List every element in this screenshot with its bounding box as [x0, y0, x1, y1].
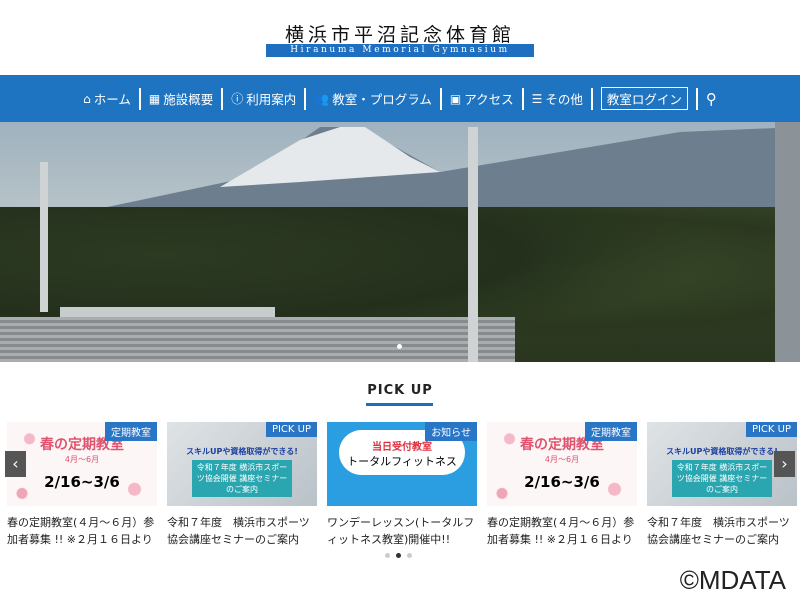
carousel-dots — [385, 553, 412, 558]
category-tag: PICK UP — [745, 422, 797, 437]
nav-facility[interactable]: ▦ 施設概要 — [141, 87, 224, 110]
nav-login-wrap: 教室ログイン — [593, 87, 698, 110]
site-logo-subtitle[interactable]: Hiranuma Memorial Gymnasium — [266, 44, 534, 57]
info-icon: ⓘ — [231, 92, 244, 106]
search-icon: ⚲ — [705, 89, 717, 108]
image-text: 4月〜6月 — [64, 455, 100, 464]
login-button[interactable]: 教室ログイン — [600, 87, 688, 110]
list-icon: ☰ — [531, 91, 543, 106]
nav-label: 教室・プログラム — [332, 92, 432, 107]
card-image: 当日受付教室 トータルフィットネス お知らせ — [327, 422, 477, 506]
card-image: スキルUPや資格取得ができる! 令和７年度 横浜市スポーツ協会開催 講座セミナー… — [167, 422, 317, 506]
building-icon: ▦ — [148, 91, 161, 106]
nav-home[interactable]: ⌂ ホーム — [75, 87, 141, 110]
light-pole — [775, 122, 800, 362]
card-image: 春の定期教室 4月〜6月 2/16~3/6 定期教室 — [487, 422, 637, 506]
carousel-dot[interactable] — [407, 553, 412, 558]
carousel-dot-active[interactable] — [396, 553, 401, 558]
heading-underline — [366, 403, 433, 406]
image-text: トータルフィットネス — [347, 455, 457, 468]
nav-label: その他 — [545, 92, 583, 107]
card-title[interactable]: ワンデーレッスン(トータルフィットネス教室)開催中!! — [327, 514, 477, 548]
nav-guide[interactable]: ⓘ 利用案内 — [223, 87, 307, 110]
image-text: 2/16~3/6 — [524, 473, 600, 491]
pickup-card[interactable]: 当日受付教室 トータルフィットネス お知らせ ワンデーレッスン(トータルフィット… — [327, 422, 477, 548]
pickup-heading: PICK UP — [367, 383, 433, 398]
image-text: 令和７年度 横浜市スポーツ協会開催 講座セミナーのご案内 — [672, 460, 772, 497]
nav-other[interactable]: ☰ その他 — [524, 87, 593, 110]
stadium-stand — [0, 317, 515, 362]
people-icon: 👥 — [314, 91, 330, 106]
nav-label: 施設概要 — [163, 92, 214, 107]
category-tag: 定期教室 — [105, 422, 157, 441]
main-nav: ⌂ ホーム ▦ 施設概要 ⓘ 利用案内 👥 教室・プログラム ▣ アクセス ☰ その他 教室… — [0, 75, 800, 122]
card-title[interactable]: 令和７年度 横浜市スポーツ協会講座セミナーのご案内 — [647, 514, 797, 548]
carousel-next-button[interactable]: › — [774, 451, 795, 477]
nav-label: 利用案内 — [246, 92, 297, 107]
pickup-card[interactable]: スキルUPや資格取得ができる! 令和７年度 横浜市スポーツ協会開催 講座セミナー… — [167, 422, 317, 548]
image-text: 4月〜6月 — [544, 455, 580, 464]
bus-icon: ▣ — [449, 91, 462, 106]
nav-label: ホーム — [93, 92, 131, 107]
site-header: 横浜市平沼記念体育館 Hiranuma Memorial Gymnasium — [0, 0, 800, 75]
category-tag: お知らせ — [425, 422, 477, 441]
slider-dot[interactable] — [397, 344, 402, 349]
nav-programs[interactable]: 👥 教室・プログラム — [306, 87, 442, 110]
category-tag: 定期教室 — [585, 422, 637, 441]
site-logo-title[interactable]: 横浜市平沼記念体育館 — [0, 20, 800, 47]
light-pole — [40, 162, 48, 312]
image-text: 令和７年度 横浜市スポーツ協会開催 講座セミナーのご案内 — [192, 460, 292, 497]
card-title[interactable]: 春の定期教室(４月～６月）参加者募集 !! ※２月１６日より — [487, 514, 637, 548]
light-pole — [468, 127, 478, 362]
nav-label: アクセス — [464, 92, 514, 107]
carousel-dot[interactable] — [385, 553, 390, 558]
carousel-prev-button[interactable]: ‹ — [5, 451, 26, 477]
search-button[interactable]: ⚲ — [698, 88, 725, 110]
hero-slider[interactable] — [0, 122, 800, 362]
category-tag: PICK UP — [265, 422, 317, 437]
pickup-card[interactable]: 春の定期教室 4月〜6月 2/16~3/6 定期教室 春の定期教室(４月～６月）… — [7, 422, 157, 548]
home-icon: ⌂ — [83, 91, 91, 106]
card-title[interactable]: 令和７年度 横浜市スポーツ協会講座セミナーのご案内 — [167, 514, 317, 548]
nav-access[interactable]: ▣ アクセス — [442, 87, 524, 110]
card-title[interactable]: 春の定期教室(４月～６月）参加者募集 !! ※２月１６日より — [7, 514, 157, 548]
image-text: 2/16~3/6 — [44, 473, 120, 491]
pickup-card[interactable]: スキルUPや資格取得ができる! 令和７年度 横浜市スポーツ協会開催 講座セミナー… — [647, 422, 797, 548]
pickup-card[interactable]: 春の定期教室 4月〜6月 2/16~3/6 定期教室 春の定期教室(４月～６月）… — [487, 422, 637, 548]
card-image: 春の定期教室 4月〜6月 2/16~3/6 定期教室 — [7, 422, 157, 506]
copyright-watermark: ©MDATA — [679, 565, 786, 595]
